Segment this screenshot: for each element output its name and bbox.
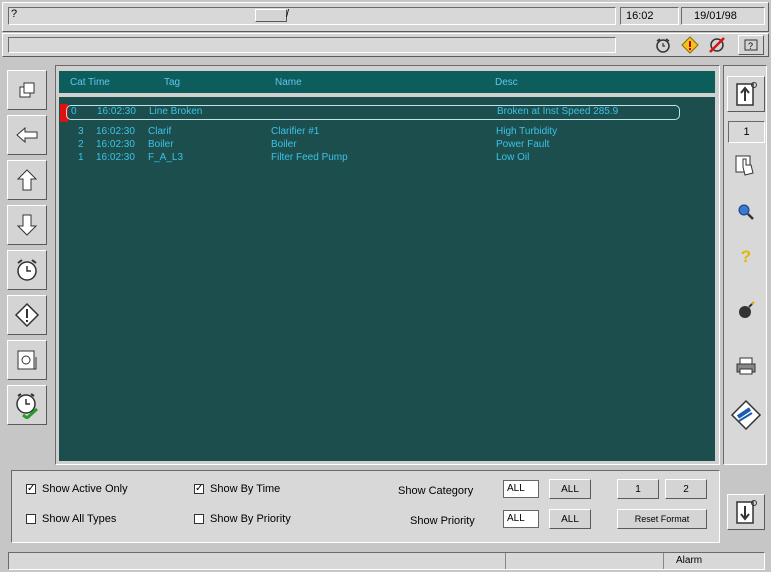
copy-window-button[interactable] bbox=[7, 70, 47, 110]
alarm-cat: 0 bbox=[71, 106, 77, 117]
title-prefix: ? bbox=[11, 8, 18, 20]
page-2-button[interactable]: 2 bbox=[665, 479, 707, 499]
filter-panel bbox=[11, 470, 720, 543]
alarm-desc: Low Oil bbox=[496, 152, 530, 163]
alert-diamond-icon[interactable] bbox=[7, 295, 47, 335]
checkbox-box[interactable] bbox=[194, 514, 204, 524]
alarm-grid-header bbox=[59, 71, 715, 93]
clock-display: 16:02 bbox=[620, 7, 679, 25]
alarm-clock-icon[interactable] bbox=[7, 250, 47, 290]
show-category-label: Show Category bbox=[398, 485, 474, 497]
alarm-cat: 2 bbox=[78, 139, 84, 150]
alarm-cat: 1 bbox=[78, 152, 84, 163]
acknowledge-page-icon[interactable] bbox=[7, 340, 47, 380]
show-by-priority-label: Show By Priority bbox=[210, 513, 291, 525]
page-1-button[interactable]: 1 bbox=[617, 479, 659, 499]
status-divider bbox=[505, 553, 506, 569]
column-header-cat[interactable]: Cat bbox=[70, 77, 86, 88]
printer-icon[interactable] bbox=[727, 348, 765, 384]
alarm-tag: Clarif bbox=[148, 126, 172, 137]
scroll-up-button[interactable] bbox=[7, 160, 47, 200]
priority-field[interactable]: ALL bbox=[503, 510, 539, 528]
category-field[interactable]: ALL bbox=[503, 480, 539, 498]
alarm-name: Filter Feed Pump bbox=[271, 152, 348, 163]
help-button[interactable]: ? bbox=[738, 35, 764, 55]
acknowledge-alarm-icon[interactable] bbox=[7, 385, 47, 425]
svg-text:?: ? bbox=[748, 41, 753, 51]
title-field bbox=[8, 7, 616, 25]
column-header-tag[interactable]: Tag bbox=[164, 77, 180, 88]
alarm-name: Clarifier #1 bbox=[271, 126, 320, 137]
warning-diamond-icon[interactable] bbox=[679, 36, 701, 54]
column-header-name[interactable]: Name bbox=[275, 77, 302, 88]
alarm-tag: Line Broken bbox=[149, 106, 203, 117]
alarm-desc: Broken at Inst Speed 285.9 bbox=[497, 106, 619, 117]
title-text: / bbox=[286, 8, 290, 20]
page-down-button[interactable] bbox=[727, 494, 765, 530]
alarm-row[interactable]: 2 16:02:30 Boiler Boiler Power Fault bbox=[66, 139, 680, 152]
alarm-desc: Power Fault bbox=[496, 139, 550, 150]
show-active-only-label: Show Active Only bbox=[42, 483, 128, 495]
title-scroll-handle[interactable] bbox=[255, 9, 287, 22]
status-bar bbox=[8, 552, 765, 570]
page-up-button[interactable] bbox=[727, 76, 765, 112]
alarm-time: 16:02:30 bbox=[97, 106, 136, 117]
column-header-desc[interactable]: Desc bbox=[495, 77, 518, 88]
show-by-priority-checkbox[interactable]: Show By Priority bbox=[194, 513, 291, 525]
date-display: 19/01/98 bbox=[681, 7, 765, 25]
alarm-row[interactable]: 1 16:02:30 F_A_L3 Filter Feed Pump Low O… bbox=[66, 152, 680, 165]
checkbox-box[interactable]: ✓ bbox=[194, 484, 204, 494]
reset-format-button[interactable]: Reset Format bbox=[617, 509, 707, 529]
scroll-down-button[interactable] bbox=[7, 205, 47, 245]
alarm-tag: Boiler bbox=[148, 139, 174, 150]
alarm-row[interactable]: 3 16:02:30 Clarif Clarifier #1 High Turb… bbox=[66, 126, 680, 139]
column-header-time[interactable]: Time bbox=[88, 77, 110, 88]
alarm-desc: High Turbidity bbox=[496, 126, 558, 137]
show-priority-label: Show Priority bbox=[410, 515, 475, 527]
priority-all-button[interactable]: ALL bbox=[549, 509, 591, 529]
status-alarm-label: Alarm bbox=[676, 555, 703, 566]
export-icon[interactable] bbox=[727, 395, 765, 435]
alarm-clock-icon[interactable] bbox=[652, 36, 674, 54]
status-divider bbox=[663, 553, 664, 569]
message-field bbox=[8, 37, 616, 53]
zoom-icon[interactable] bbox=[727, 194, 765, 230]
alarm-time: 16:02:30 bbox=[96, 152, 135, 163]
checkbox-box[interactable]: ✓ bbox=[26, 484, 36, 494]
hand-pointer-icon[interactable] bbox=[727, 148, 765, 184]
show-by-time-label: Show By Time bbox=[210, 483, 281, 495]
show-active-only-checkbox[interactable]: ✓ Show Active Only bbox=[26, 483, 128, 495]
help-icon[interactable]: ? bbox=[727, 239, 765, 275]
alarm-cat: 3 bbox=[78, 126, 84, 137]
bomb-icon[interactable] bbox=[727, 292, 765, 328]
show-by-time-checkbox[interactable]: ✓ Show By Time bbox=[194, 483, 280, 495]
alarm-time: 16:02:30 bbox=[96, 126, 135, 137]
show-all-types-label: Show All Types bbox=[42, 513, 117, 525]
checkbox-box[interactable] bbox=[26, 514, 36, 524]
silence-alarm-icon[interactable] bbox=[706, 36, 728, 54]
alarm-row[interactable]: 0 16:02:30 Line Broken Broken at Inst Sp… bbox=[66, 105, 680, 120]
show-all-types-checkbox[interactable]: Show All Types bbox=[26, 513, 116, 525]
back-arrow-button[interactable] bbox=[7, 115, 47, 155]
category-all-button[interactable]: ALL bbox=[549, 479, 591, 499]
alarm-time: 16:02:30 bbox=[96, 139, 135, 150]
page-number: 1 bbox=[728, 121, 765, 143]
alarm-tag: F_A_L3 bbox=[148, 152, 184, 163]
alarm-name: Boiler bbox=[271, 139, 297, 150]
